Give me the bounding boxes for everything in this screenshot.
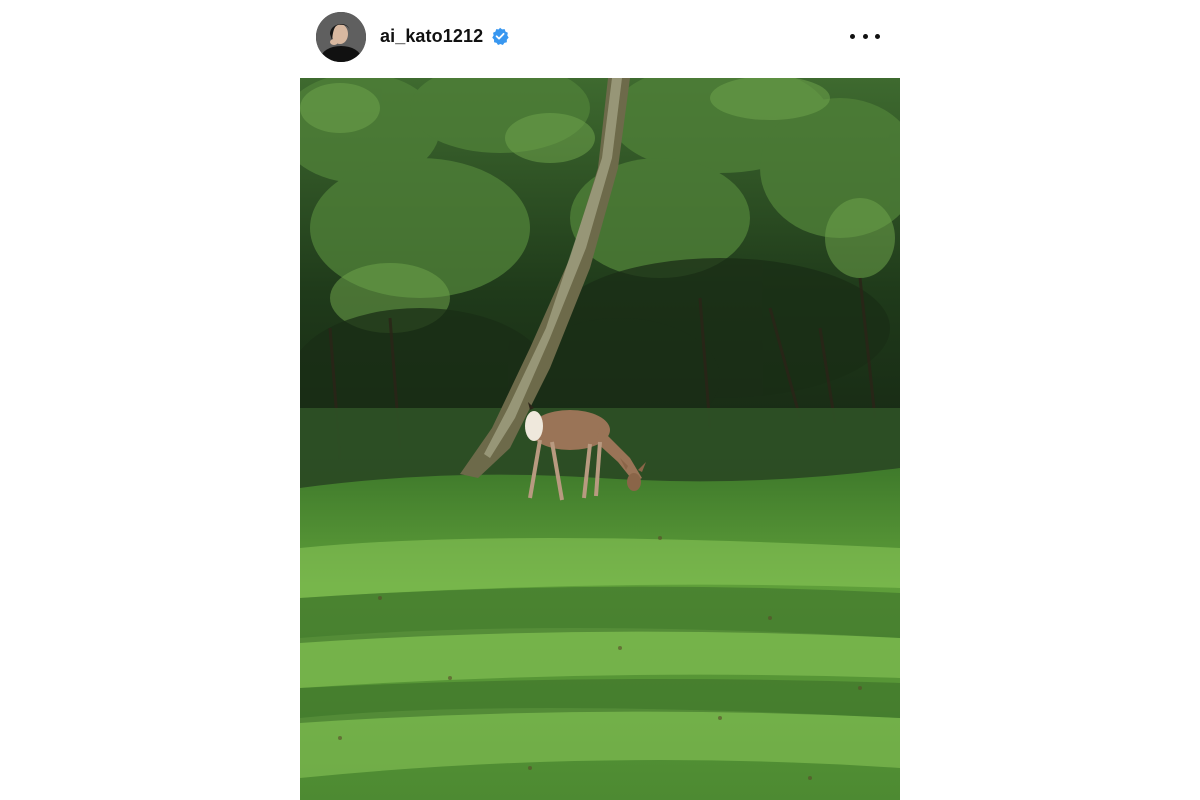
more-options-button[interactable] xyxy=(850,24,880,48)
username-link[interactable]: ai_kato1212 xyxy=(380,26,483,47)
post-header: ai_kato1212 xyxy=(300,0,900,72)
avatar[interactable] xyxy=(316,12,366,62)
deer-photo xyxy=(300,78,900,800)
instagram-post: ai_kato1212 xyxy=(300,0,900,800)
post-photo[interactable] xyxy=(300,78,900,800)
more-dot-icon xyxy=(875,33,880,39)
more-dot-icon xyxy=(850,33,855,39)
verified-badge-icon xyxy=(492,27,509,45)
username-row: ai_kato1212 xyxy=(380,22,509,50)
avatar-image xyxy=(316,12,366,62)
more-dot-icon xyxy=(862,33,868,39)
